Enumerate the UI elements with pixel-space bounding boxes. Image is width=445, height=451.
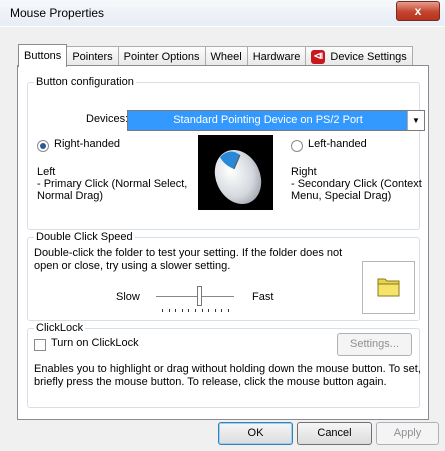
left-handed-label[interactable]: Left-handed	[308, 138, 367, 150]
test-folder-box[interactable]	[362, 261, 415, 314]
tab-wheel[interactable]: Wheel	[204, 46, 248, 67]
tab-pointers-label: Pointers	[72, 51, 113, 63]
slider-thumb[interactable]	[196, 286, 202, 306]
slider-tick	[188, 309, 190, 312]
right-button-desc-line2: Menu, Special Drag)	[291, 190, 392, 202]
tab-bar: Buttons Pointers Pointer Options Wheel H…	[18, 44, 413, 67]
right-handed-radio[interactable]	[37, 140, 49, 152]
slider-tick	[228, 309, 229, 312]
left-button-desc-line1: - Primary Click (Normal Select,	[37, 178, 188, 190]
tab-wheel-label: Wheel	[210, 51, 242, 63]
tab-pointer-options-label: Pointer Options	[123, 51, 200, 63]
apply-button[interactable]: Apply	[376, 422, 439, 445]
chevron-down-icon[interactable]: ▼	[407, 111, 424, 130]
tab-buttons[interactable]: Buttons	[18, 44, 68, 67]
mouse-icon	[214, 149, 262, 205]
tab-device-settings-label: Device Settings	[330, 51, 407, 63]
window-title: Mouse Properties	[10, 6, 105, 20]
slider-tick	[201, 309, 203, 312]
slider-track	[156, 296, 234, 298]
tab-hardware[interactable]: Hardware	[246, 46, 307, 67]
title-bar[interactable]: Mouse Properties x	[0, 0, 445, 27]
clicklock-legend: ClickLock	[34, 322, 86, 334]
left-button-title: Left	[37, 166, 56, 178]
double-click-speed-slider[interactable]	[113, 238, 243, 318]
right-handed-label[interactable]: Right-handed	[54, 138, 120, 150]
right-button-desc-line1: - Secondary Click (Context	[291, 178, 422, 190]
clicklock-desc-line1: Enables you to highlight or drag without…	[34, 363, 421, 375]
slider-tick	[162, 309, 163, 312]
tab-pointer-options[interactable]: Pointer Options	[117, 46, 206, 67]
slider-tick	[168, 309, 170, 312]
clicklock-desc-line2: briefly press the mouse button. To relea…	[34, 376, 387, 388]
slider-tick	[175, 309, 177, 312]
dialog-body: Buttons Pointers Pointer Options Wheel H…	[0, 26, 445, 451]
button-configuration-legend: Button configuration	[34, 76, 136, 88]
right-button-title: Right	[291, 166, 317, 178]
folder-icon	[377, 278, 400, 297]
clicklock-group: ClickLock Turn on ClickLock Settings... …	[27, 322, 421, 408]
slider-tick	[214, 309, 216, 312]
buttons-tab-panel: Button configuration Devices: Standard P…	[17, 65, 429, 420]
slider-tick	[195, 309, 196, 312]
left-handed-radio[interactable]	[291, 140, 303, 152]
mouse-properties-window: Mouse Properties x Buttons Pointers Poin…	[0, 0, 445, 451]
devices-selected-value: Standard Pointing Device on PS/2 Port	[173, 114, 363, 126]
tab-pointers[interactable]: Pointers	[66, 46, 119, 67]
slider-tick	[181, 309, 183, 312]
mouse-image	[198, 135, 273, 210]
clicklock-settings-button[interactable]: Settings...	[337, 333, 412, 356]
devices-dropdown[interactable]: Standard Pointing Device on PS/2 Port ▼	[127, 110, 425, 131]
device-settings-icon: ⧏	[311, 50, 326, 64]
tab-device-settings[interactable]: ⧏ Device Settings	[305, 46, 413, 67]
close-button[interactable]: x	[396, 1, 440, 21]
clicklock-checkbox[interactable]	[34, 339, 46, 351]
button-configuration-group: Button configuration Devices: Standard P…	[27, 76, 425, 230]
devices-label: Devices:	[86, 113, 129, 125]
fast-label: Fast	[252, 291, 274, 303]
clicklock-checkbox-label[interactable]: Turn on ClickLock	[51, 337, 139, 349]
slider-tick	[221, 309, 223, 312]
ok-button[interactable]: OK	[218, 422, 293, 445]
left-button-desc-line2: Normal Drag)	[37, 190, 104, 202]
slider-tick	[208, 309, 210, 312]
tab-buttons-label: Buttons	[24, 50, 62, 62]
tab-hardware-label: Hardware	[252, 51, 301, 63]
double-click-speed-group: Double Click Speed Double-click the fold…	[27, 231, 420, 321]
cancel-button[interactable]: Cancel	[297, 422, 372, 445]
